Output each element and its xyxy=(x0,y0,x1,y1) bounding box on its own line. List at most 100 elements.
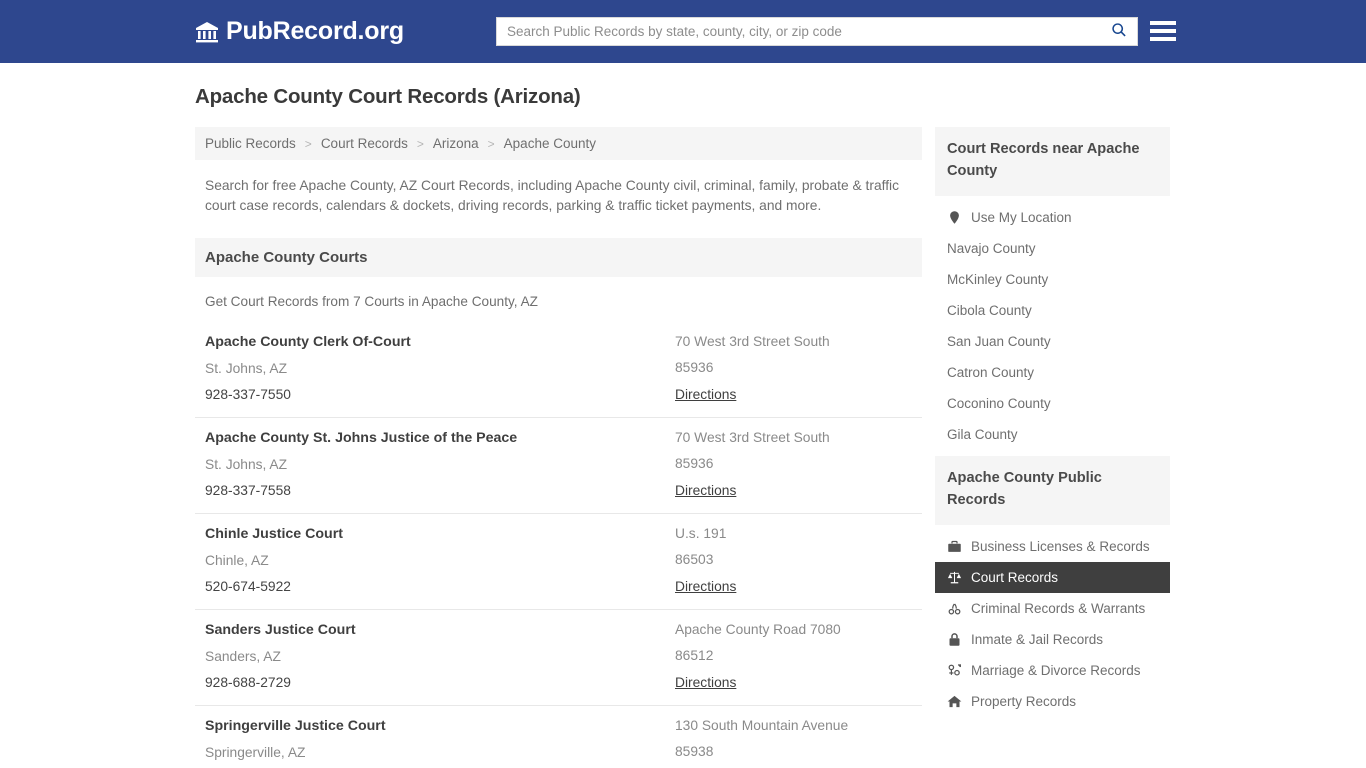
sidebar-item-marriage-divorce-records[interactable]: Marriage & Divorce Records xyxy=(935,655,1170,686)
sidebar-item-inmate-jail-records[interactable]: Inmate & Jail Records xyxy=(935,624,1170,655)
sidebar-item-san-juan-county[interactable]: San Juan County xyxy=(935,326,1170,357)
court-zip: 86512 xyxy=(675,648,714,663)
main-column: Public Records > Court Records > Arizona… xyxy=(195,127,922,768)
court-info-left: Chinle Justice Court Chinle, AZ 520-674-… xyxy=(205,526,675,596)
table-row[interactable]: Chinle Justice Court Chinle, AZ 520-674-… xyxy=(195,514,922,610)
map-pin-icon xyxy=(947,210,962,225)
page-body: Apache County Court Records (Arizona) Pu… xyxy=(0,63,1366,768)
sidebar-item-navajo-county[interactable]: Navajo County xyxy=(935,233,1170,264)
sidebar-item-label: Cibola County xyxy=(947,302,1032,318)
sidebar-item-label: Use My Location xyxy=(971,209,1072,225)
hamburger-menu-icon[interactable] xyxy=(1150,18,1176,44)
court-info-left: Sanders Justice Court Sanders, AZ 928-68… xyxy=(205,622,675,692)
court-street: U.s. 191 xyxy=(675,526,727,541)
court-name: Apache County St. Johns Justice of the P… xyxy=(205,430,518,446)
court-street: 70 West 3rd Street South xyxy=(675,334,830,349)
sidebar-item-gila-county[interactable]: Gila County xyxy=(935,419,1170,450)
search-button[interactable] xyxy=(1101,18,1137,45)
breadcrumb-item-arizona[interactable]: Arizona xyxy=(433,136,479,151)
sidebar-public-records-heading: Apache County Public Records xyxy=(935,455,1170,525)
sidebar-item-use-my-location[interactable]: Use My Location xyxy=(935,202,1170,233)
court-phone[interactable]: 928-688-2729 xyxy=(205,675,675,690)
sidebar-item-business-licenses[interactable]: Business Licenses & Records xyxy=(935,531,1170,562)
scales-of-justice-icon xyxy=(947,570,962,585)
sidebar-item-label: McKinley County xyxy=(947,271,1049,287)
court-info-right: 130 South Mountain Avenue 85938 Directio… xyxy=(675,718,912,768)
court-street: 130 South Mountain Avenue xyxy=(675,718,849,733)
breadcrumb-item-court-records[interactable]: Court Records xyxy=(321,136,408,151)
court-zip: 85936 xyxy=(675,360,714,375)
court-phone[interactable]: 928-337-7558 xyxy=(205,483,675,498)
sidebar-public-records-section: Apache County Public Records Business Li… xyxy=(935,455,1170,717)
directions-link[interactable]: Directions xyxy=(675,387,736,402)
breadcrumb-item-public-records[interactable]: Public Records xyxy=(205,136,296,151)
sidebar-item-label: Inmate & Jail Records xyxy=(971,631,1104,647)
court-phone[interactable]: 928-337-7550 xyxy=(205,387,675,402)
sidebar-item-coconino-county[interactable]: Coconino County xyxy=(935,388,1170,419)
court-city: Chinle, AZ xyxy=(205,553,269,568)
court-city: Sanders, AZ xyxy=(205,649,281,664)
table-row[interactable]: Apache County Clerk Of-Court St. Johns, … xyxy=(195,322,922,418)
bank-building-icon xyxy=(195,20,219,44)
directions-link[interactable]: Directions xyxy=(675,483,736,498)
court-info-right: Apache County Road 7080 86512 Directions xyxy=(675,622,912,692)
breadcrumb-item-apache-county: Apache County xyxy=(503,136,596,151)
court-street: Apache County Road 7080 xyxy=(675,622,841,637)
table-row[interactable]: Sanders Justice Court Sanders, AZ 928-68… xyxy=(195,610,922,706)
court-info-left: Apache County Clerk Of-Court St. Johns, … xyxy=(205,334,675,404)
brand-logo-link[interactable]: PubRecord.org xyxy=(195,19,404,44)
house-icon xyxy=(947,694,962,709)
sidebar-public-records-list: Business Licenses & Records Court Record… xyxy=(935,525,1170,717)
breadcrumb-separator: > xyxy=(416,136,424,151)
sidebar-item-catron-county[interactable]: Catron County xyxy=(935,357,1170,388)
court-name: Chinle Justice Court xyxy=(205,526,343,542)
court-city: Springerville, AZ xyxy=(205,745,306,760)
court-name: Apache County Clerk Of-Court xyxy=(205,334,411,350)
sidebar-item-label: Court Records xyxy=(971,569,1059,585)
content-columns: Public Records > Court Records > Arizona… xyxy=(195,127,1175,768)
briefcase-icon xyxy=(947,539,962,554)
court-zip: 85938 xyxy=(675,744,714,759)
directions-link[interactable]: Directions xyxy=(675,579,736,594)
sidebar: Court Records near Apache County Use My … xyxy=(935,127,1170,723)
gender-symbols-icon xyxy=(947,663,962,678)
sidebar-item-label: Navajo County xyxy=(947,240,1036,256)
breadcrumb-separator: > xyxy=(304,136,312,151)
sidebar-item-property-records[interactable]: Property Records xyxy=(935,686,1170,717)
sidebar-item-label: Business Licenses & Records xyxy=(971,538,1150,554)
sidebar-item-court-records[interactable]: Court Records xyxy=(935,561,1170,593)
lock-icon xyxy=(947,632,962,647)
court-name: Sanders Justice Court xyxy=(205,622,356,638)
sidebar-item-label: San Juan County xyxy=(947,333,1051,349)
intro-description: Search for free Apache County, AZ Court … xyxy=(205,178,899,213)
brand-name: PubRecord.org xyxy=(226,17,404,45)
sidebar-item-label: Property Records xyxy=(971,693,1077,709)
sidebar-item-label: Marriage & Divorce Records xyxy=(971,662,1141,678)
sidebar-nearby-list: Use My Location Navajo County McKinley C… xyxy=(935,196,1170,450)
sidebar-item-label: Catron County xyxy=(947,364,1035,380)
court-phone[interactable]: 520-674-5922 xyxy=(205,579,675,594)
search-input[interactable] xyxy=(497,18,1101,45)
sidebar-nearby-heading: Court Records near Apache County xyxy=(935,127,1170,196)
sidebar-item-mckinley-county[interactable]: McKinley County xyxy=(935,264,1170,295)
table-row[interactable]: Springerville Justice Court Springervill… xyxy=(195,706,922,768)
courts-section-subheading: Get Court Records from 7 Courts in Apach… xyxy=(205,294,538,309)
court-street: 70 West 3rd Street South xyxy=(675,430,830,445)
breadcrumb-separator: > xyxy=(487,136,495,151)
directions-link[interactable]: Directions xyxy=(675,675,736,690)
court-city: St. Johns, AZ xyxy=(205,457,288,472)
court-zip: 86503 xyxy=(675,552,714,567)
court-name: Springerville Justice Court xyxy=(205,718,386,734)
court-info-left: Springerville Justice Court Springervill… xyxy=(205,718,675,768)
courts-section-heading: Apache County Courts xyxy=(195,238,922,277)
sidebar-item-label: Coconino County xyxy=(947,395,1051,411)
court-info-right: 70 West 3rd Street South 85936 Direction… xyxy=(675,334,912,404)
court-city: St. Johns, AZ xyxy=(205,361,288,376)
table-row[interactable]: Apache County St. Johns Justice of the P… xyxy=(195,418,922,514)
sidebar-item-criminal-records[interactable]: Criminal Records & Warrants xyxy=(935,593,1170,624)
search-bar[interactable] xyxy=(496,17,1138,46)
court-info-right: U.s. 191 86503 Directions xyxy=(675,526,912,596)
court-info-left: Apache County St. Johns Justice of the P… xyxy=(205,430,675,500)
search-icon xyxy=(1111,22,1127,41)
sidebar-item-cibola-county[interactable]: Cibola County xyxy=(935,295,1170,326)
